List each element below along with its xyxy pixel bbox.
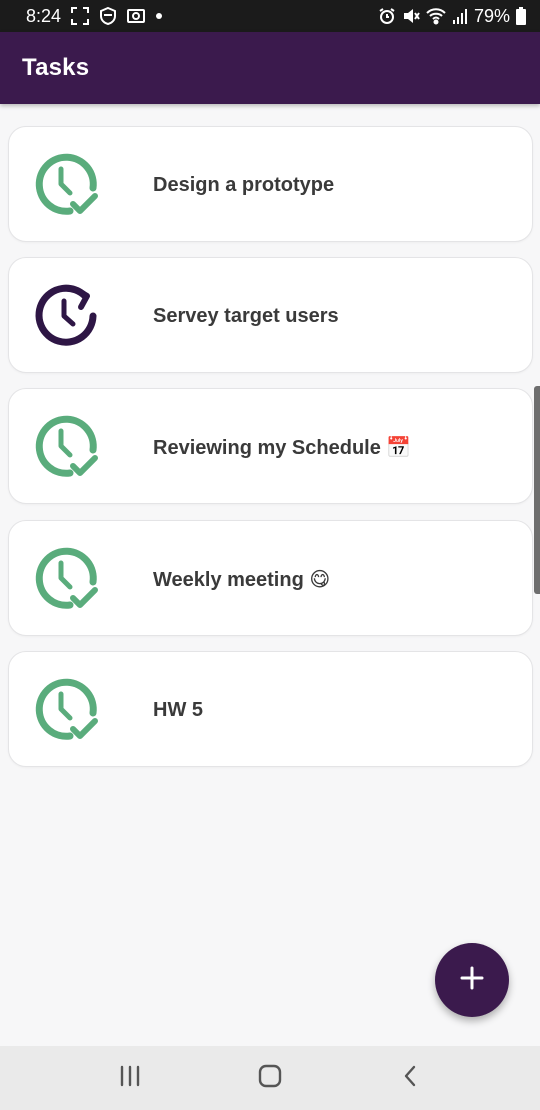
- wifi-icon: [426, 7, 446, 25]
- clock-check-icon: [33, 413, 101, 481]
- task-list[interactable]: Design a prototype Servey target users R…: [0, 104, 540, 1046]
- task-title: Servey target users: [153, 304, 339, 327]
- status-time: 8:24: [26, 5, 62, 26]
- battery-icon: [516, 7, 526, 25]
- screenshot-icon: [127, 7, 146, 25]
- list-item[interactable]: Weekly meeting 😋: [8, 520, 533, 636]
- scrollbar[interactable]: [534, 386, 540, 594]
- list-item[interactable]: Design a prototype: [8, 126, 533, 242]
- status-bar: 8:24 79%: [0, 0, 540, 32]
- home-icon: [258, 1064, 282, 1093]
- battery-percent: 79%: [473, 5, 510, 26]
- list-item[interactable]: HW 5: [8, 651, 533, 767]
- mute-icon: [402, 7, 420, 25]
- recent-apps-icon: [118, 1065, 142, 1092]
- dot-icon: [155, 12, 163, 20]
- system-nav-bar: [0, 1046, 540, 1110]
- back-button[interactable]: [380, 1054, 440, 1102]
- plus-icon: [459, 965, 485, 996]
- task-title: Design a prototype: [153, 173, 335, 196]
- clock-check-icon: [33, 676, 101, 744]
- task-title: Weekly meeting 😋: [153, 568, 331, 591]
- clock-check-icon: [33, 151, 101, 219]
- add-task-button[interactable]: [435, 943, 509, 1017]
- list-item[interactable]: Servey target users: [8, 257, 533, 373]
- task-title: Reviewing my Schedule 📅: [153, 436, 412, 459]
- list-item[interactable]: Reviewing my Schedule 📅: [8, 388, 533, 504]
- app-bar: Tasks: [0, 32, 540, 104]
- screen-capture-icon: [71, 7, 90, 25]
- clock-check-icon: [33, 545, 101, 613]
- recent-apps-button[interactable]: [100, 1054, 160, 1102]
- alarm-icon: [378, 7, 396, 25]
- home-button[interactable]: [240, 1054, 300, 1102]
- signal-icon: [452, 7, 468, 25]
- back-icon: [402, 1064, 418, 1093]
- clock-refresh-icon: [33, 282, 101, 350]
- task-title: HW 5: [153, 698, 203, 721]
- shield-icon: [99, 7, 117, 25]
- page-title: Tasks: [22, 54, 90, 81]
